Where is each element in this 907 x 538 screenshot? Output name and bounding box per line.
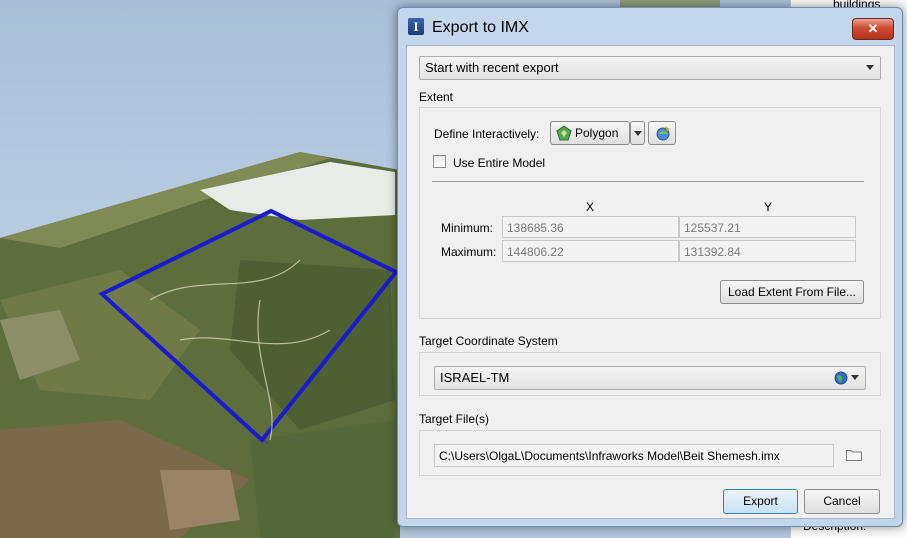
use-entire-model-checkbox[interactable] — [433, 155, 446, 168]
load-extent-button[interactable]: Load Extent From File... — [720, 280, 864, 304]
folder-icon[interactable] — [846, 448, 862, 461]
preset-selected: Start with recent export — [425, 60, 559, 75]
dialog-titlebar[interactable]: I Export to IMX ✕ — [398, 8, 902, 44]
polygon-tool-icon — [556, 125, 572, 141]
min-x-field[interactable]: 138685.36 — [502, 216, 679, 238]
infraworks-app-icon: I — [408, 18, 424, 35]
extent-section-label: Extent — [419, 90, 454, 104]
export-imx-dialog: I Export to IMX ✕ Start with recent expo… — [397, 7, 903, 527]
dialog-content: Start with recent export Extent Define I… — [406, 45, 895, 519]
target-files-group: C:\Users\OlgaL\Documents\Infraworks Mode… — [419, 430, 881, 476]
polygon-dropdown-button[interactable] — [630, 121, 645, 145]
maximum-label: Maximum: — [441, 245, 497, 259]
y-column-header: Y — [764, 200, 773, 214]
cancel-button[interactable]: Cancel — [804, 489, 880, 514]
pick-extent-button[interactable] — [648, 121, 676, 145]
max-y-field[interactable]: 131392.84 — [679, 240, 856, 262]
pick-extent-icon — [656, 126, 670, 141]
polygon-label: Polygon — [575, 126, 619, 140]
coordinate-system-group: ISRAEL-TM — [419, 352, 881, 396]
min-y-field[interactable]: 125537.21 — [679, 216, 856, 238]
polygon-tool-button[interactable]: Polygon — [550, 121, 630, 145]
target-files-label: Target File(s) — [419, 412, 490, 426]
define-interactively-label: Define Interactively: — [434, 127, 540, 141]
coordinate-system-selected: ISRAEL-TM — [440, 370, 510, 385]
use-entire-model-label: Use Entire Model — [453, 156, 546, 170]
preset-dropdown[interactable]: Start with recent export — [419, 56, 881, 80]
dialog-title: Export to IMX — [432, 19, 529, 36]
extent-group: Define Interactively: Polygon Use Entire… — [419, 107, 881, 319]
coordinate-system-label: Target Coordinate System — [419, 334, 558, 348]
x-column-header: X — [586, 200, 595, 214]
chevron-down-icon — [634, 131, 642, 136]
export-button[interactable]: Export — [723, 489, 798, 514]
close-button[interactable]: ✕ — [852, 18, 894, 40]
max-x-field[interactable]: 144806.22 — [502, 240, 679, 262]
target-file-path-field[interactable]: C:\Users\OlgaL\Documents\Infraworks Mode… — [434, 444, 834, 467]
chevron-down-icon — [851, 375, 859, 380]
minimum-label: Minimum: — [441, 221, 494, 235]
globe-icon — [834, 371, 848, 385]
chevron-down-icon — [866, 65, 874, 70]
coordinate-system-dropdown[interactable]: ISRAEL-TM — [434, 366, 866, 390]
separator-line — [432, 181, 864, 182]
